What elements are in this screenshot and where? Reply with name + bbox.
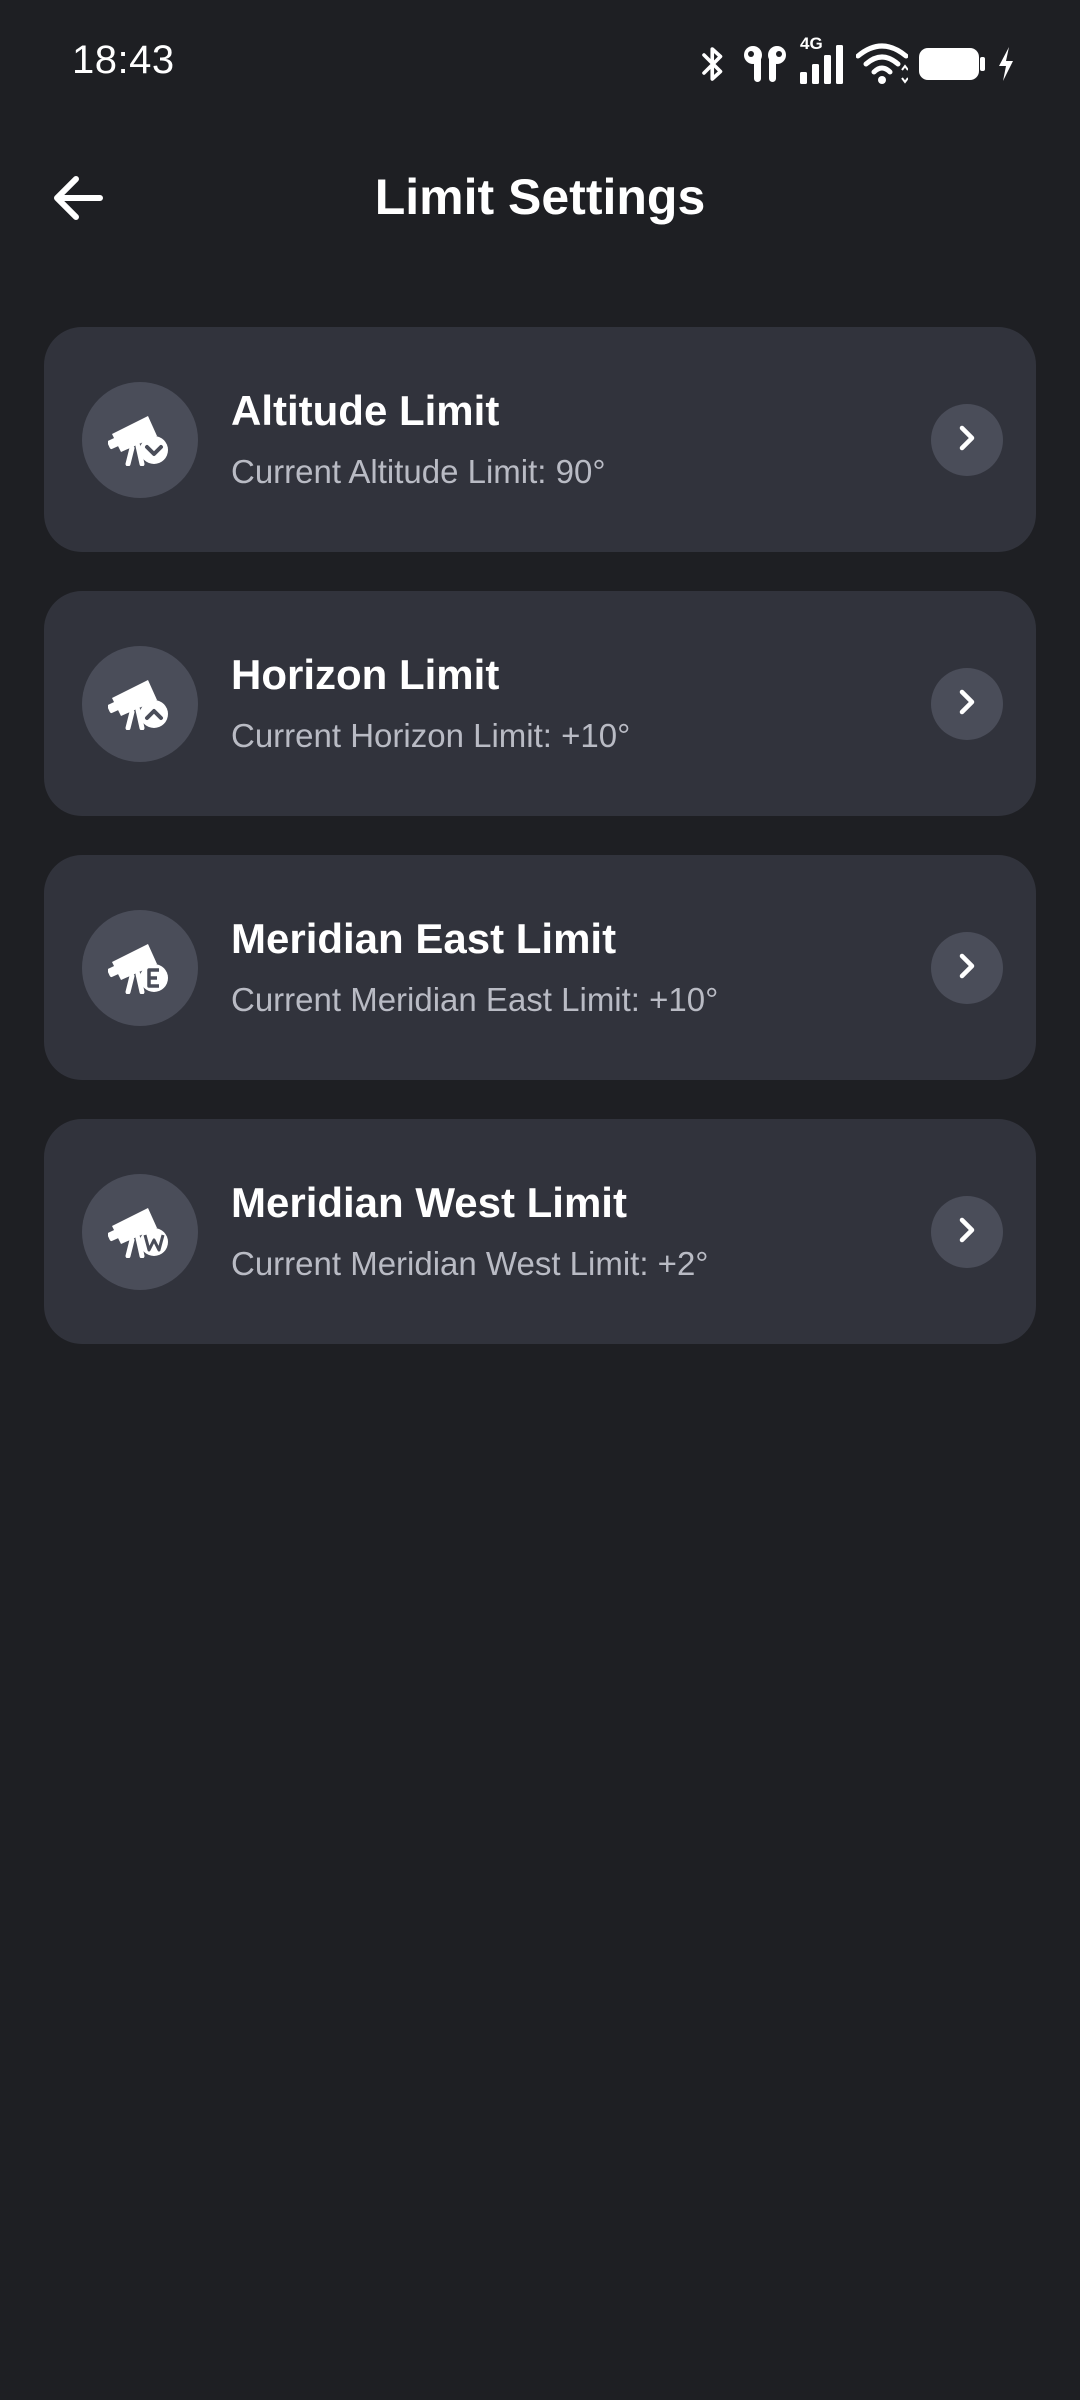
- horizon-limit-card[interactable]: Horizon Limit Current Horizon Limit: +10…: [44, 591, 1036, 816]
- battery-icon: [918, 44, 986, 84]
- page-title: Limit Settings: [374, 169, 706, 225]
- card-title: Altitude Limit: [231, 387, 500, 434]
- telescope-horizon-icon: [107, 674, 172, 735]
- chevron-right-icon: [955, 951, 979, 986]
- telescope-west-icon: [107, 1202, 172, 1263]
- bluetooth-icon: [694, 43, 732, 85]
- meridian-west-limit-card[interactable]: Meridian West Limit Current Meridian Wes…: [44, 1119, 1036, 1344]
- chevron-right-button[interactable]: [931, 668, 1003, 740]
- card-icon-container: [82, 1174, 198, 1290]
- cellular-signal-icon: 4G: [798, 34, 846, 86]
- limit-list: Altitude Limit Current Altitude Limit: 9…: [44, 327, 1036, 1383]
- card-title: Horizon Limit: [231, 651, 500, 698]
- card-subtitle: Current Horizon Limit: +10°: [231, 717, 631, 754]
- wifi-icon: [856, 42, 908, 86]
- status-icons: 4G: [694, 34, 1016, 92]
- card-subtitle: Current Altitude Limit: 90°: [231, 453, 606, 490]
- card-icon-container: [82, 910, 198, 1026]
- card-subtitle: Current Meridian West Limit: +2°: [231, 1245, 709, 1282]
- telescope-altitude-icon: [107, 410, 172, 471]
- card-title: Meridian West Limit: [231, 1179, 627, 1226]
- telescope-east-icon: [107, 938, 172, 999]
- card-subtitle: Current Meridian East Limit: +10°: [231, 981, 719, 1018]
- earbuds-icon: [742, 44, 788, 84]
- chevron-right-button[interactable]: [931, 404, 1003, 476]
- card-title: Meridian East Limit: [231, 915, 617, 962]
- chevron-right-button[interactable]: [931, 932, 1003, 1004]
- app-header: Limit Settings: [0, 140, 1080, 260]
- chevron-right-icon: [955, 423, 979, 458]
- chevron-right-button[interactable]: [931, 1196, 1003, 1268]
- meridian-east-limit-card[interactable]: Meridian East Limit Current Meridian Eas…: [44, 855, 1036, 1080]
- chevron-right-icon: [955, 687, 979, 722]
- charging-icon: [996, 45, 1016, 83]
- status-time: 18:43: [72, 38, 175, 82]
- chevron-right-icon: [955, 1215, 979, 1250]
- altitude-limit-card[interactable]: Altitude Limit Current Altitude Limit: 9…: [44, 327, 1036, 552]
- card-icon-container: [82, 646, 198, 762]
- status-bar: 18:43 4G: [0, 0, 1080, 130]
- card-icon-container: [82, 382, 198, 498]
